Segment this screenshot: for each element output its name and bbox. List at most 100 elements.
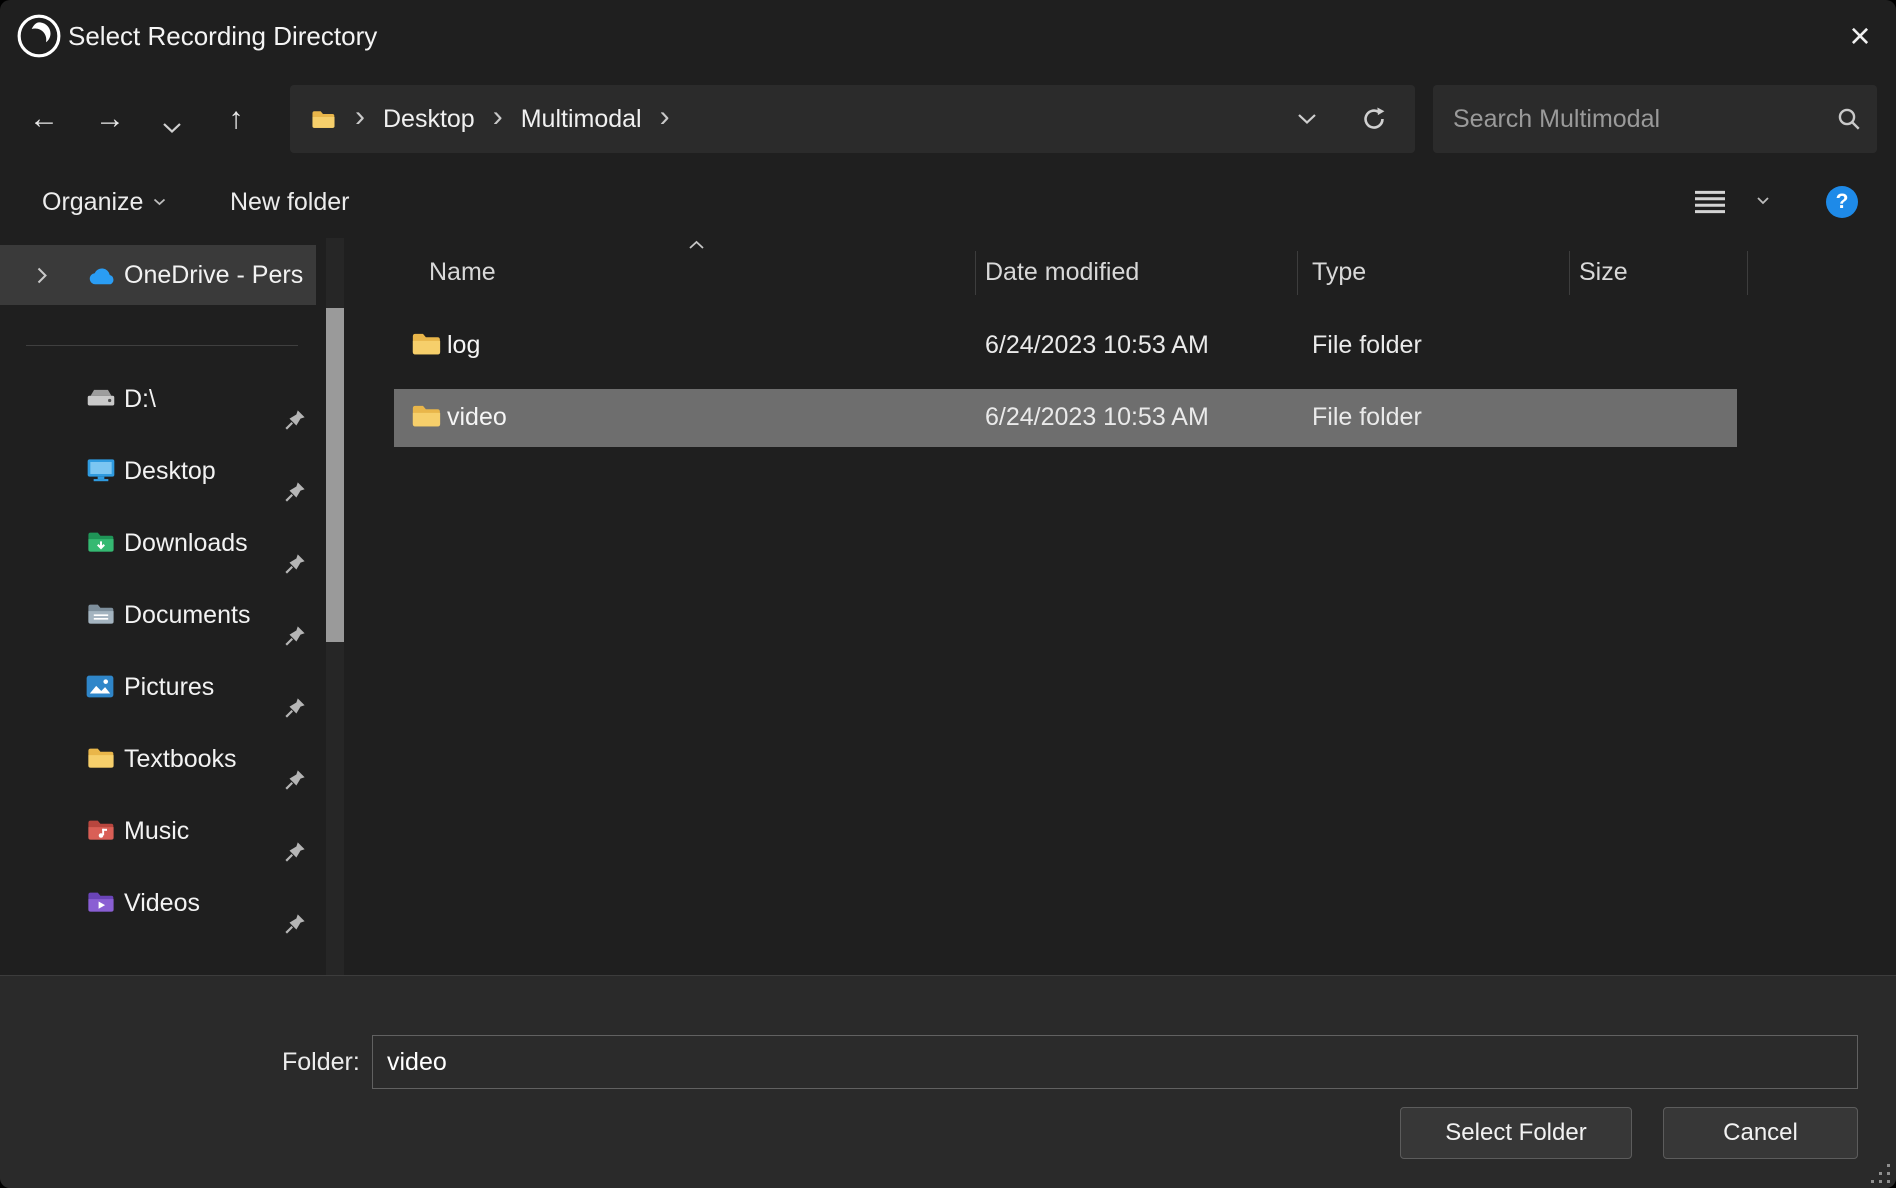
folder-icon bbox=[86, 745, 118, 771]
search-box bbox=[1433, 85, 1877, 153]
address-folder-icon bbox=[310, 109, 337, 130]
search-icon bbox=[1837, 107, 1861, 131]
sidebar-item-desktop[interactable]: Desktop bbox=[0, 457, 320, 529]
file-row-video-selected[interactable]: video 6/24/2023 10:53 AM File folder bbox=[394, 389, 1737, 447]
pin-icon[interactable] bbox=[284, 625, 306, 647]
back-icon: ← bbox=[29, 102, 59, 135]
pin-icon[interactable] bbox=[284, 913, 306, 935]
column-divider[interactable] bbox=[1747, 251, 1748, 295]
help-button[interactable]: ? bbox=[1826, 186, 1858, 218]
select-folder-button[interactable]: Select Folder bbox=[1400, 1107, 1632, 1159]
breadcrumb-desktop[interactable]: Desktop bbox=[383, 105, 475, 134]
sidebar-item-label: OneDrive - Persc bbox=[124, 261, 304, 290]
onedrive-cloud-icon bbox=[86, 262, 118, 288]
sidebar-item-label: Pictures bbox=[124, 673, 214, 702]
back-button[interactable]: ← bbox=[20, 95, 68, 143]
breadcrumb-separator-icon: › bbox=[660, 100, 670, 134]
sort-ascending-icon bbox=[688, 240, 705, 250]
sidebar-item-label: Textbooks bbox=[124, 745, 237, 774]
new-folder-label: New folder bbox=[230, 188, 350, 217]
sidebar-item-music[interactable]: Music bbox=[0, 817, 320, 889]
file-list: Name Date modified Type Size log 6/24/20… bbox=[394, 238, 1896, 975]
column-header-type[interactable]: Type bbox=[1312, 258, 1366, 287]
file-name: video bbox=[447, 403, 507, 432]
resize-grip[interactable] bbox=[1871, 1164, 1891, 1184]
recent-locations-button[interactable] bbox=[148, 95, 196, 143]
column-header-date-modified[interactable]: Date modified bbox=[985, 258, 1139, 287]
new-folder-button[interactable]: New folder bbox=[230, 166, 350, 238]
breadcrumb-separator-icon: › bbox=[355, 100, 365, 134]
organize-label: Organize bbox=[42, 188, 143, 217]
window-title: Select Recording Directory bbox=[68, 0, 377, 72]
help-icon: ? bbox=[1836, 190, 1849, 213]
column-header-name[interactable]: Name bbox=[429, 258, 496, 287]
forward-icon: → bbox=[95, 102, 125, 135]
desktop-icon bbox=[86, 457, 118, 483]
sidebar-divider bbox=[26, 345, 298, 346]
organize-button[interactable]: Organize bbox=[42, 166, 166, 238]
up-icon: ↑ bbox=[229, 102, 244, 135]
breadcrumb-multimodal[interactable]: Multimodal bbox=[521, 105, 642, 134]
sidebar-item-label: Desktop bbox=[124, 457, 216, 486]
pin-icon[interactable] bbox=[284, 769, 306, 791]
dialog-footer: Folder: Select Folder Cancel bbox=[0, 975, 1896, 1188]
sidebar-item-documents[interactable]: Documents bbox=[0, 601, 320, 673]
pictures-icon bbox=[86, 673, 118, 699]
videos-folder-icon bbox=[86, 889, 118, 915]
view-options-dropdown-button[interactable] bbox=[1756, 196, 1770, 205]
column-divider[interactable] bbox=[1297, 251, 1298, 295]
sidebar-item-label: D:\ bbox=[124, 385, 156, 414]
cancel-button[interactable]: Cancel bbox=[1663, 1107, 1858, 1159]
sidebar-item-pictures[interactable]: Pictures bbox=[0, 673, 320, 745]
pin-icon[interactable] bbox=[284, 481, 306, 503]
file-date-modified: 6/24/2023 10:53 AM bbox=[985, 403, 1209, 432]
sidebar-scrollbar[interactable] bbox=[326, 238, 344, 975]
refresh-button[interactable] bbox=[1361, 106, 1387, 132]
chevron-right-icon bbox=[36, 266, 48, 285]
sidebar-item-textbooks[interactable]: Textbooks bbox=[0, 745, 320, 817]
documents-folder-icon bbox=[86, 601, 118, 627]
sidebar-item-label: Videos bbox=[124, 889, 200, 918]
sidebar-item-onedrive[interactable]: OneDrive - Persc bbox=[0, 245, 316, 305]
folder-icon bbox=[410, 403, 443, 429]
address-bar[interactable]: › Desktop › Multimodal › bbox=[290, 85, 1415, 153]
command-bar: Organize New folder ? bbox=[0, 166, 1896, 239]
search-input[interactable] bbox=[1433, 85, 1877, 153]
file-date-modified: 6/24/2023 10:53 AM bbox=[985, 331, 1209, 360]
file-name: log bbox=[447, 331, 480, 360]
chevron-down-icon bbox=[153, 198, 166, 206]
view-options-button[interactable] bbox=[1692, 188, 1728, 216]
sidebar-item-label: Music bbox=[124, 817, 189, 846]
downloads-folder-icon bbox=[86, 529, 118, 555]
navigation-bar: ← → ↑ › Desktop › Multimodal › bbox=[0, 72, 1896, 166]
pin-icon[interactable] bbox=[284, 841, 306, 863]
folder-name-input[interactable] bbox=[372, 1035, 1858, 1089]
file-list-header: Name Date modified Type Size bbox=[394, 243, 1896, 303]
music-folder-icon bbox=[86, 817, 118, 843]
folder-icon bbox=[410, 331, 443, 357]
file-row-log[interactable]: log 6/24/2023 10:53 AM File folder bbox=[394, 317, 1737, 375]
close-icon: × bbox=[1849, 15, 1870, 56]
folder-field-label: Folder: bbox=[282, 1048, 360, 1077]
pin-icon[interactable] bbox=[284, 697, 306, 719]
address-dropdown-button[interactable] bbox=[1297, 113, 1317, 125]
sidebar-item-drive-d[interactable]: D:\ bbox=[0, 385, 320, 457]
pin-icon[interactable] bbox=[284, 409, 306, 431]
column-divider[interactable] bbox=[975, 251, 976, 295]
sidebar-item-label: Documents bbox=[124, 601, 250, 630]
scrollbar-thumb[interactable] bbox=[326, 308, 344, 642]
up-button[interactable]: ↑ bbox=[212, 95, 260, 143]
hard-drive-icon bbox=[86, 385, 118, 411]
column-header-size[interactable]: Size bbox=[1579, 258, 1628, 287]
sidebar-list: D:\ Desktop bbox=[0, 385, 320, 961]
sidebar-item-label: Downloads bbox=[124, 529, 248, 558]
chevron-down-icon bbox=[148, 122, 196, 134]
pin-icon[interactable] bbox=[284, 553, 306, 575]
close-button[interactable]: × bbox=[1824, 0, 1896, 72]
sidebar-item-downloads[interactable]: Downloads bbox=[0, 529, 320, 601]
dialog-body: OneDrive - Persc D:\ bbox=[0, 238, 1896, 975]
obs-logo-icon bbox=[16, 13, 62, 59]
forward-button[interactable]: → bbox=[86, 95, 134, 143]
column-divider[interactable] bbox=[1569, 251, 1570, 295]
sidebar-item-videos[interactable]: Videos bbox=[0, 889, 320, 961]
